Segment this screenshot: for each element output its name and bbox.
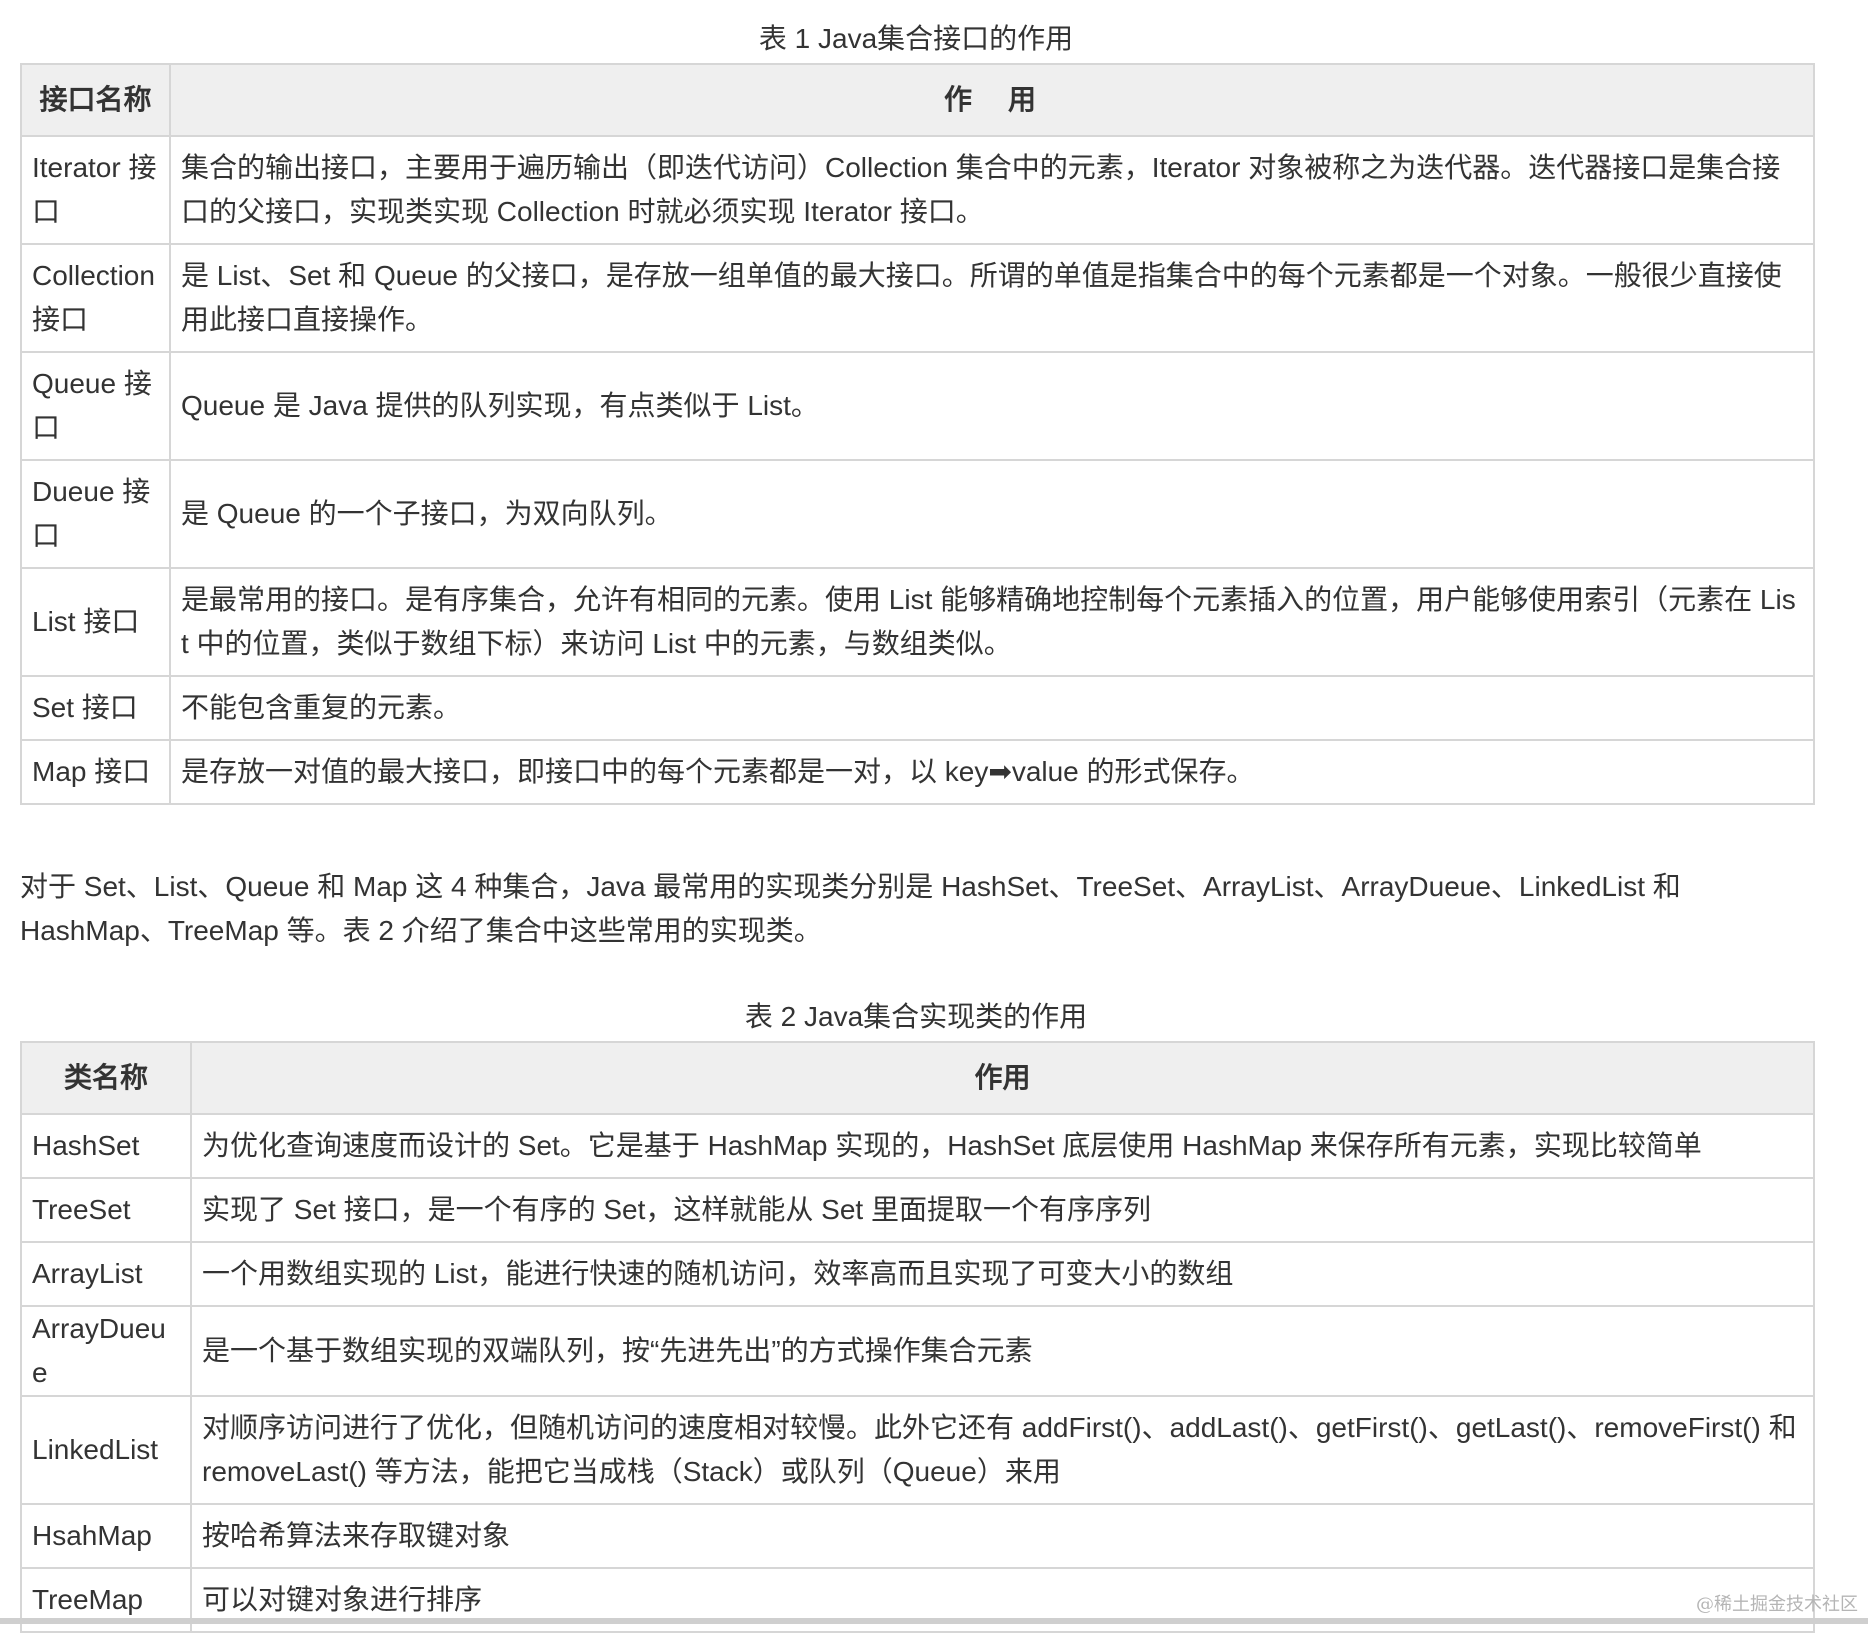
interface-desc: 不能包含重复的元素。 <box>169 675 1815 741</box>
interface-desc: Queue 是 Java 提供的队列实现，有点类似于 List。 <box>169 351 1815 461</box>
header-purpose: 作 用 <box>169 63 1815 137</box>
table2-caption: 表 2 Java集合实现类的作用 <box>744 1001 1088 1032</box>
class-name: ArrayList <box>20 1241 192 1307</box>
table-row: Collection 接口 是 List、Set 和 Queue 的父接口，是存… <box>20 243 1815 353</box>
class-desc: 按哈希算法来存取键对象 <box>190 1503 1815 1569</box>
table-header-row: 类名称 作用 <box>20 1041 1815 1115</box>
interface-name: Iterator 接口 <box>20 135 171 245</box>
implementations-table: 类名称 作用 HashSet 为优化查询速度而设计的 Set。它是基于 Hash… <box>20 1041 1815 1633</box>
class-name: HsahMap <box>20 1503 192 1569</box>
interface-desc: 集合的输出接口，主要用于遍历输出（即迭代访问）Collection 集合中的元素… <box>169 135 1815 245</box>
table-row: List 接口 是最常用的接口。是有序集合，允许有相同的元素。使用 List 能… <box>20 567 1815 677</box>
table-row: ArrayDueue 是一个基于数组实现的双端队列，按“先进先出”的方式操作集合… <box>20 1305 1815 1397</box>
table-row: HashSet 为优化查询速度而设计的 Set。它是基于 HashMap 实现的… <box>20 1113 1815 1179</box>
table-row: ArrayList 一个用数组实现的 List，能进行快速的随机访问，效率高而且… <box>20 1241 1815 1307</box>
table1-caption: 表 1 Java集合接口的作用 <box>758 23 1074 54</box>
class-desc: 为优化查询速度而设计的 Set。它是基于 HashMap 实现的，HashSet… <box>190 1113 1815 1179</box>
table-row: Set 接口 不能包含重复的元素。 <box>20 675 1815 741</box>
bottom-divider <box>0 1618 1868 1624</box>
header-purpose: 作用 <box>190 1041 1815 1115</box>
table-row: Map 接口 是存放一对值的最大接口，即接口中的每个元素都是一对，以 key➡v… <box>20 739 1815 805</box>
class-name: HashSet <box>20 1113 192 1179</box>
class-desc: 对顺序访问进行了优化，但随机访问的速度相对较慢。此外它还有 addFirst()… <box>190 1395 1815 1505</box>
interface-desc: 是 Queue 的一个子接口，为双向队列。 <box>169 459 1815 569</box>
class-name: TreeSet <box>20 1177 192 1243</box>
interface-desc: 是 List、Set 和 Queue 的父接口，是存放一组单值的最大接口。所谓的… <box>169 243 1815 353</box>
interface-name: Queue 接口 <box>20 351 171 461</box>
interface-name: Map 接口 <box>20 739 171 805</box>
table-row: Dueue 接口 是 Queue 的一个子接口，为双向队列。 <box>20 459 1815 569</box>
class-name: ArrayDueue <box>20 1305 192 1397</box>
table-row: HsahMap 按哈希算法来存取键对象 <box>20 1503 1815 1569</box>
interface-name: List 接口 <box>20 567 171 677</box>
watermark: @稀土掘金技术社区 <box>1696 1594 1858 1615</box>
header-interface-name: 接口名称 <box>20 63 171 137</box>
class-name: LinkedList <box>20 1395 192 1505</box>
interface-name: Collection 接口 <box>20 243 171 353</box>
interface-desc: 是存放一对值的最大接口，即接口中的每个元素都是一对，以 key➡value 的形… <box>169 739 1815 805</box>
interface-desc: 是最常用的接口。是有序集合，允许有相同的元素。使用 List 能够精确地控制每个… <box>169 567 1815 677</box>
table-row: Queue 接口 Queue 是 Java 提供的队列实现，有点类似于 List… <box>20 351 1815 461</box>
class-desc: 是一个基于数组实现的双端队列，按“先进先出”的方式操作集合元素 <box>190 1305 1815 1397</box>
table-row: TreeSet 实现了 Set 接口，是一个有序的 Set，这样就能从 Set … <box>20 1177 1815 1243</box>
class-desc: 一个用数组实现的 List，能进行快速的随机访问，效率高而且实现了可变大小的数组 <box>190 1241 1815 1307</box>
class-desc: 实现了 Set 接口，是一个有序的 Set，这样就能从 Set 里面提取一个有序… <box>190 1177 1815 1243</box>
table-header-row: 接口名称 作 用 <box>20 63 1815 137</box>
interfaces-table: 接口名称 作 用 Iterator 接口 集合的输出接口，主要用于遍历输出（即迭… <box>20 63 1815 805</box>
table-row: LinkedList 对顺序访问进行了优化，但随机访问的速度相对较慢。此外它还有… <box>20 1395 1815 1505</box>
interface-name: Set 接口 <box>20 675 171 741</box>
header-class-name: 类名称 <box>20 1041 192 1115</box>
interface-name: Dueue 接口 <box>20 459 171 569</box>
table-row: Iterator 接口 集合的输出接口，主要用于遍历输出（即迭代访问）Colle… <box>20 135 1815 245</box>
intro-paragraph: 对于 Set、List、Queue 和 Map 这 4 种集合，Java 最常用… <box>20 871 1681 946</box>
